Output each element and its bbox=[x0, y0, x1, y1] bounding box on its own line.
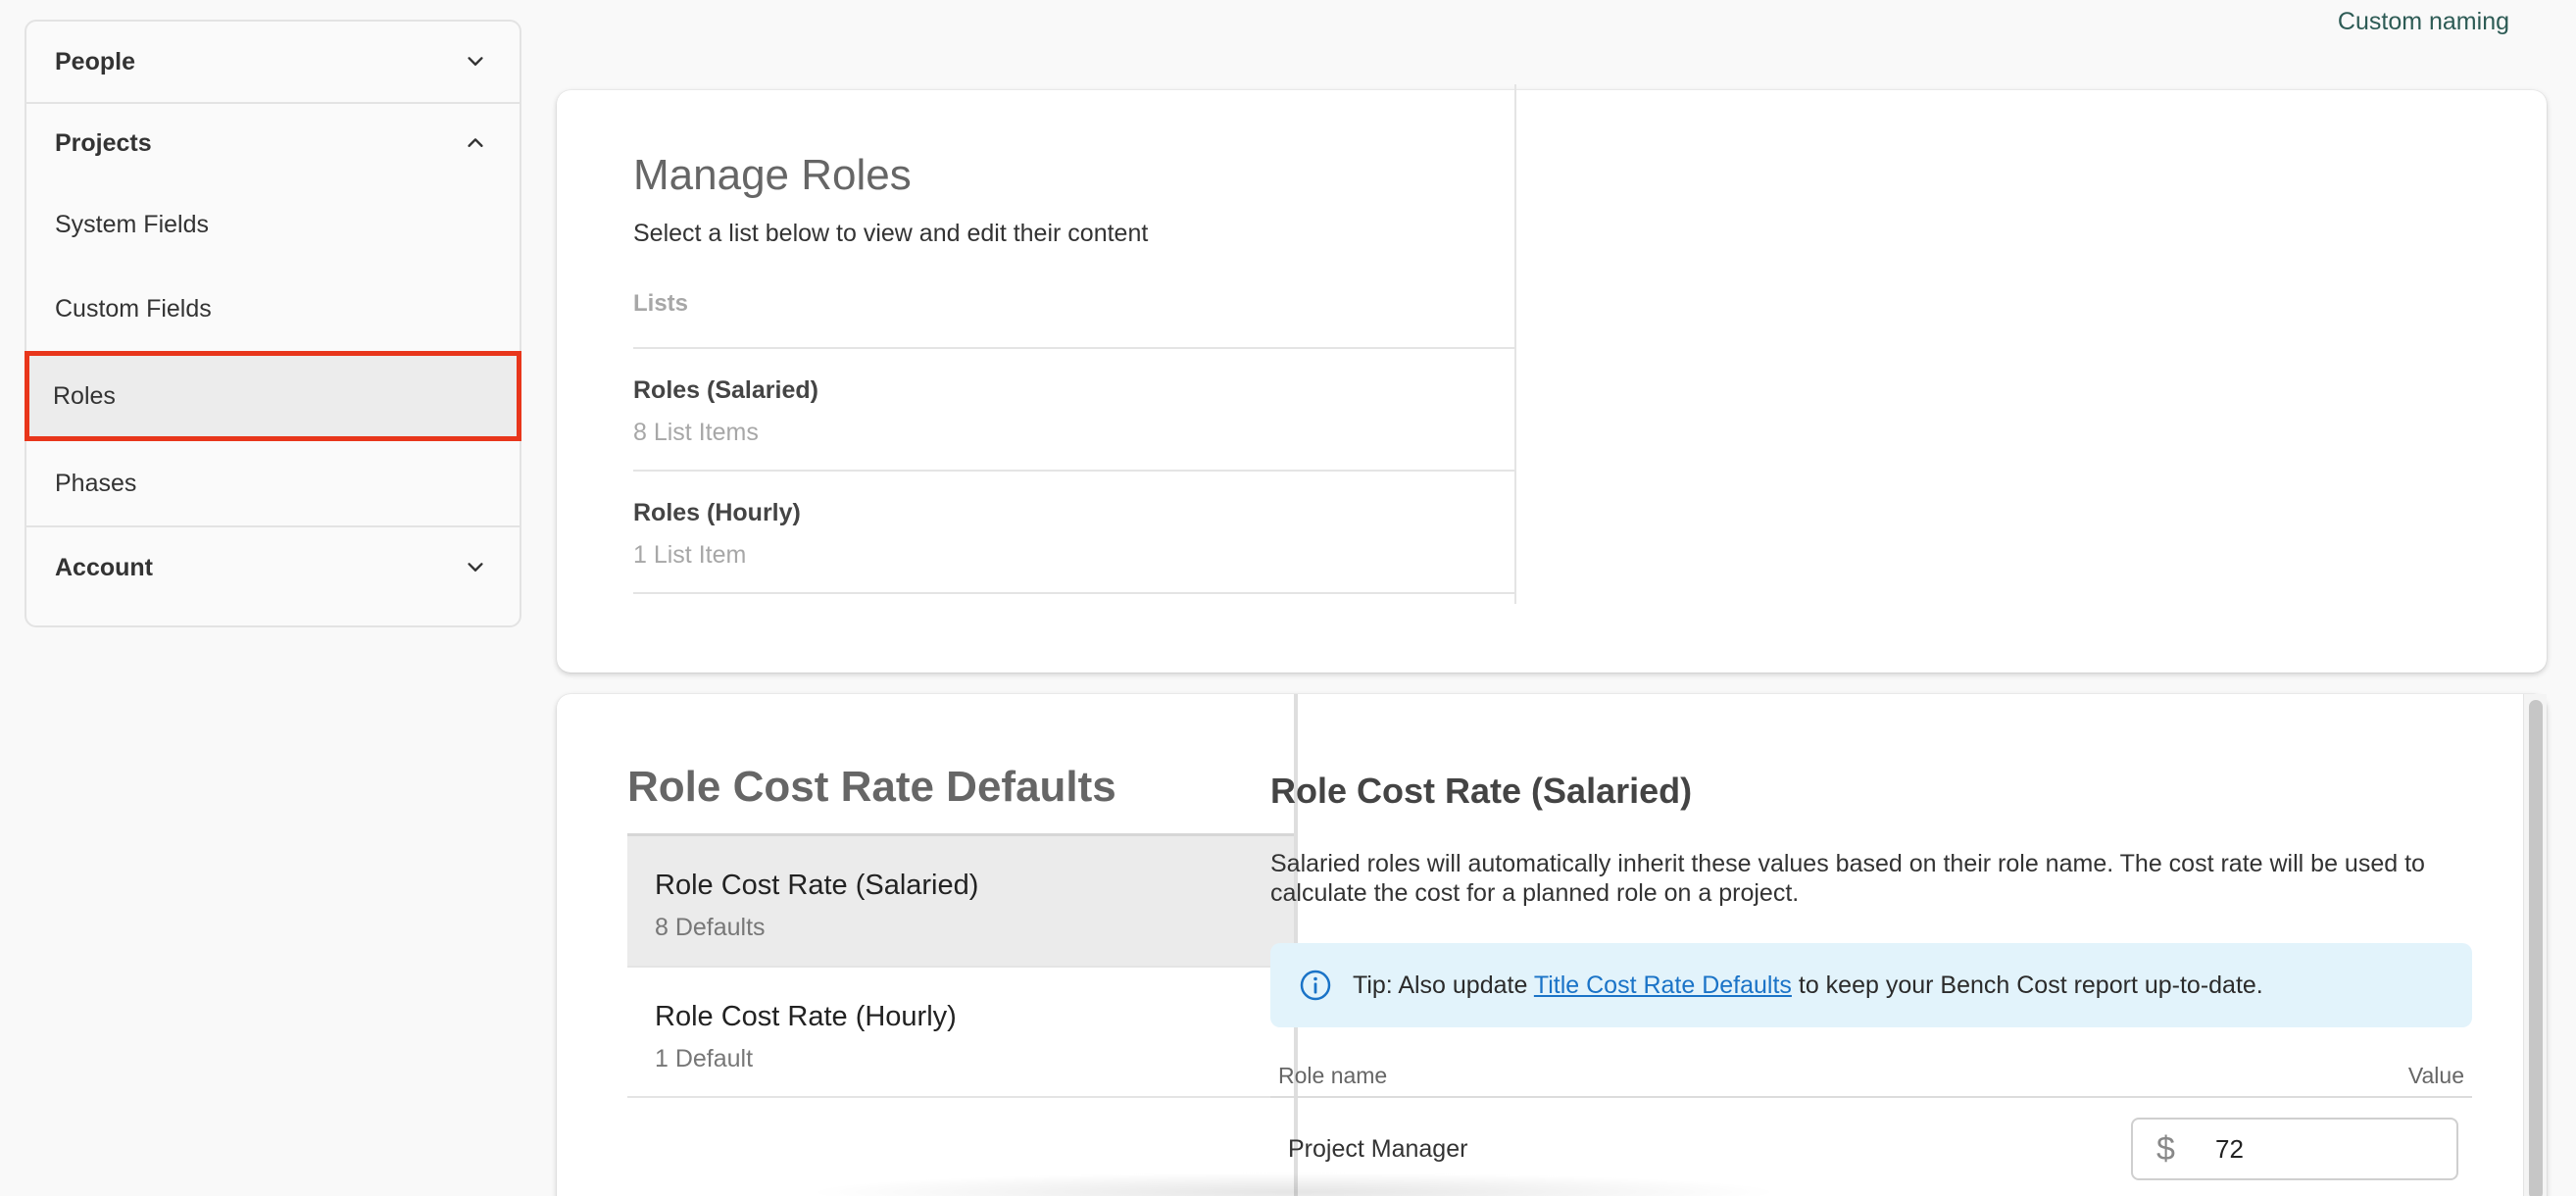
manage-roles-panel: Manage Roles Select a list below to view… bbox=[633, 90, 1582, 610]
list-item-roles-hourly[interactable]: Roles (Hourly) 1 List Item bbox=[633, 472, 1515, 594]
title-cost-rate-defaults-link[interactable]: Title Cost Rate Defaults bbox=[1534, 972, 1792, 999]
manage-roles-card: Manage Roles Select a list below to view… bbox=[557, 84, 2547, 673]
lists-label: Lists bbox=[633, 290, 689, 317]
column-header-value: Value bbox=[2407, 1063, 2464, 1088]
cost-defaults-list: Role Cost Rate (Salaried) 8 Defaults Rol… bbox=[627, 833, 1294, 1098]
info-icon bbox=[1298, 968, 1333, 1003]
sidebar-section-account[interactable]: Account bbox=[26, 525, 520, 608]
detail-title: Role Cost Rate (Salaried) bbox=[1270, 771, 1693, 811]
sidebar-section-projects[interactable]: Projects bbox=[26, 104, 520, 182]
table-header: Role name Value bbox=[1270, 1063, 2472, 1098]
sidebar-item-label: Roles bbox=[53, 381, 116, 410]
detail-description: Salaried roles will automatically inheri… bbox=[1270, 850, 2425, 907]
column-header-role-name: Role name bbox=[1278, 1063, 1388, 1088]
list-item-cost-rate-salaried[interactable]: Role Cost Rate (Salaried) 8 Defaults bbox=[627, 833, 1294, 966]
panel-divider bbox=[1514, 84, 1516, 604]
custom-naming-link[interactable]: Custom naming bbox=[2338, 8, 2509, 36]
list-item-name: Role Cost Rate (Hourly) bbox=[655, 1001, 957, 1032]
tip-text: Tip: Also update Title Cost Rate Default… bbox=[1353, 972, 2263, 1000]
list-item-name: Roles (Hourly) bbox=[633, 499, 801, 526]
scrollbar-thumb[interactable] bbox=[2529, 700, 2543, 1196]
sidebar-item-label: Phases bbox=[55, 469, 137, 497]
page-title: Manage Roles bbox=[633, 151, 912, 199]
list-item-count: 8 Defaults bbox=[655, 914, 766, 941]
tip-banner: Tip: Also update Title Cost Rate Default… bbox=[1270, 943, 2472, 1027]
sidebar-item-label: Custom Fields bbox=[55, 294, 212, 323]
cost-rate-value-field[interactable]: $ bbox=[2131, 1118, 2458, 1180]
chevron-down-icon bbox=[465, 51, 486, 73]
list-item-cost-rate-hourly[interactable]: Role Cost Rate (Hourly) 1 Default bbox=[627, 966, 1294, 1098]
tip-suffix: to keep your Bench Cost report up-to-dat… bbox=[1791, 971, 2263, 999]
roles-lists: Roles (Salaried) 8 List Items Roles (Hou… bbox=[633, 347, 1515, 594]
settings-sidebar: People Projects System Fields Custom Fie… bbox=[25, 20, 521, 627]
sidebar-section-label: Projects bbox=[55, 128, 152, 157]
list-item-count: 1 List Item bbox=[633, 541, 747, 569]
sidebar-item-label: System Fields bbox=[55, 210, 209, 238]
sidebar-item-system-fields[interactable]: System Fields bbox=[26, 182, 520, 267]
sidebar-section-people[interactable]: People bbox=[26, 22, 520, 104]
page-subtitle: Select a list below to view and edit the… bbox=[633, 220, 1149, 247]
list-item-name: Roles (Salaried) bbox=[633, 376, 818, 404]
role-cost-rate-card: Role Cost Rate Defaults Role Cost Rate (… bbox=[557, 694, 2547, 1196]
list-item-count: 8 List Items bbox=[633, 419, 759, 446]
sidebar-item-roles[interactable]: Roles bbox=[25, 351, 521, 441]
tip-prefix: Tip: Also update bbox=[1353, 971, 1534, 999]
list-item-count: 1 Default bbox=[655, 1045, 754, 1072]
sidebar-section-label: Account bbox=[55, 553, 153, 581]
floating-shadow bbox=[804, 1172, 1784, 1196]
chevron-up-icon bbox=[465, 132, 486, 154]
list-item-name: Role Cost Rate (Salaried) bbox=[655, 870, 979, 901]
scrollbar[interactable] bbox=[2523, 694, 2547, 1196]
chevron-down-icon bbox=[465, 557, 486, 578]
sidebar-item-phases[interactable]: Phases bbox=[26, 441, 520, 525]
sidebar-section-label: People bbox=[55, 47, 135, 75]
list-item-roles-salaried[interactable]: Roles (Salaried) 8 List Items bbox=[633, 349, 1515, 472]
role-name-cell: Project Manager bbox=[1288, 1134, 1468, 1163]
section-title: Role Cost Rate Defaults bbox=[627, 763, 1116, 811]
cost-rate-input[interactable] bbox=[2215, 1133, 2431, 1165]
sidebar-item-custom-fields[interactable]: Custom Fields bbox=[26, 267, 520, 351]
currency-symbol: $ bbox=[2156, 1129, 2175, 1168]
